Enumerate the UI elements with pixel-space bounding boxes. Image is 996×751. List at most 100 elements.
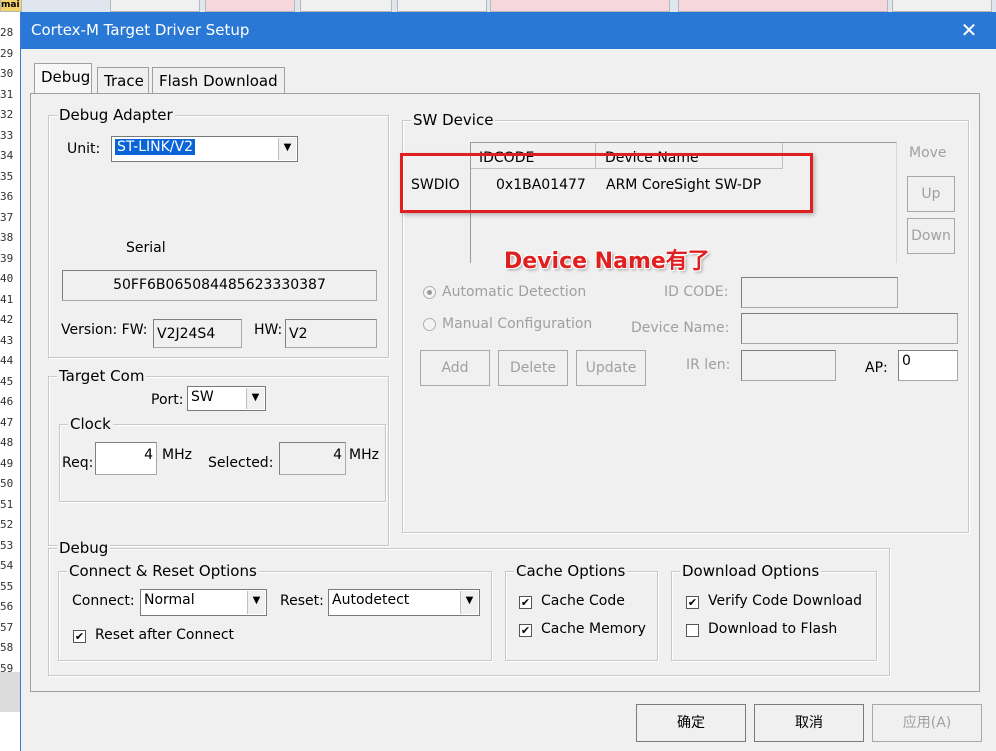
line-number: 43 — [0, 333, 14, 347]
group-title: Connect & Reset Options — [67, 562, 259, 580]
cache-memory-checkbox[interactable]: ✔ — [519, 624, 532, 637]
cancel-button[interactable]: 取消 — [754, 704, 864, 742]
close-icon[interactable]: ✕ — [956, 18, 982, 42]
connect-reset-group: Connect & Reset Options Connect: Normal … — [58, 562, 492, 661]
move-down-button[interactable]: Down — [907, 218, 955, 254]
line-number: 36 — [0, 190, 14, 203]
download-to-flash-checkbox[interactable] — [686, 624, 699, 637]
hw-label: HW: — [254, 322, 283, 338]
tab-label: Trace — [104, 72, 144, 90]
line-number: 32 — [0, 108, 14, 121]
port-select[interactable]: SW ▼ — [187, 386, 266, 411]
tab-trace[interactable]: Trace — [97, 67, 149, 93]
background-tab[interactable] — [678, 0, 888, 12]
connect-select[interactable]: Normal ▼ — [140, 589, 267, 616]
reset-value: Autodetect — [332, 592, 410, 608]
background-tab[interactable] — [490, 0, 670, 12]
download-options-group: Download Options ✔ Verify Code Download … — [671, 562, 877, 661]
background-tab[interactable] — [892, 0, 992, 12]
verify-code-download-checkbox[interactable]: ✔ — [686, 596, 699, 609]
port-label: Port: — [151, 392, 184, 408]
tab-debug[interactable]: Debug — [34, 63, 92, 93]
line-number: 56 — [0, 600, 14, 613]
background-tab-strip: mai — [0, 0, 996, 12]
line-number: 54 — [0, 559, 14, 572]
tab-flash-download[interactable]: Flash Download — [152, 67, 285, 93]
ap-label: AP: — [865, 360, 888, 376]
line-number: 55 — [0, 579, 14, 593]
serial-field: 50FF6B065084485623330387 — [62, 270, 377, 301]
req-label: Req: — [62, 455, 94, 471]
line-number: 51 — [0, 497, 14, 511]
hardware-version-field: V2 — [285, 319, 377, 348]
clock-selected-field: 4 — [279, 442, 346, 475]
debug-options-group: Debug Connect & Reset Options Connect: N… — [48, 539, 890, 676]
tab-label: Flash Download — [159, 72, 278, 90]
reset-after-connect-checkbox[interactable]: ✔ — [73, 630, 86, 643]
ir-len-label: IR len: — [686, 357, 731, 373]
annotation-text: Device Name有了 — [504, 249, 710, 274]
background-tab[interactable] — [300, 0, 392, 12]
line-number: 30 — [0, 67, 14, 80]
target-driver-setup-dialog: Cortex-M Target Driver Setup ✕ Debug Tra… — [20, 12, 996, 751]
line-number: 34 — [0, 149, 14, 162]
apply-button[interactable]: 应用(A) — [872, 704, 982, 742]
move-label: Move — [909, 145, 947, 161]
download-to-flash-label: Download to Flash — [708, 621, 838, 637]
chevron-down-icon: ▼ — [460, 591, 478, 614]
group-title: SW Device — [411, 111, 496, 129]
line-number: 48 — [0, 436, 14, 449]
line-number: 28 — [0, 26, 14, 39]
unit-select[interactable]: ST-LINK/V2 ▼ — [111, 136, 298, 162]
line-number: 31 — [0, 87, 14, 101]
title-bar: Cortex-M Target Driver Setup ✕ — [21, 12, 996, 49]
add-button[interactable]: Add — [420, 350, 490, 386]
background-tab[interactable] — [397, 0, 487, 12]
cache-options-group: Cache Options ✔ Cache Code ✔ Cache Memor… — [505, 562, 658, 661]
cache-code-label: Cache Code — [541, 593, 625, 609]
background-tab[interactable] — [205, 0, 295, 12]
line-number: 47 — [0, 415, 14, 429]
delete-button[interactable]: Delete — [498, 350, 568, 386]
chevron-down-icon: ▼ — [246, 388, 264, 409]
ap-input[interactable]: 0 — [898, 350, 958, 381]
connect-label: Connect: — [72, 593, 135, 609]
line-number: 37 — [0, 210, 14, 224]
id-code-field — [741, 277, 898, 308]
automatic-detection-radio[interactable] — [423, 286, 436, 299]
firmware-version-field: V2J24S4 — [153, 319, 242, 348]
connect-value: Normal — [144, 592, 195, 608]
manual-configuration-radio[interactable] — [423, 318, 436, 331]
cache-code-checkbox[interactable]: ✔ — [519, 596, 532, 609]
background-tab[interactable] — [110, 0, 200, 12]
cache-memory-label: Cache Memory — [541, 621, 646, 637]
update-button[interactable]: Update — [576, 350, 646, 386]
line-number: 33 — [0, 128, 14, 142]
reset-select[interactable]: Autodetect ▼ — [328, 589, 480, 616]
selected-unit-label: MHz — [349, 447, 379, 463]
ok-button[interactable]: 确定 — [636, 704, 746, 742]
background-tab-main[interactable]: mai — [0, 0, 22, 12]
serial-label: Serial — [126, 240, 166, 256]
background-line-numbers: 28 29 30 31 32 33 34 35 36 37 38 39 40 41 42 43 44 45 46 47… — [0, 12, 22, 675]
chevron-down-icon: ▼ — [278, 138, 296, 160]
annotation-highlight-box — [400, 153, 813, 213]
device-name-label: Device Name: — [631, 320, 730, 336]
line-number: 35 — [0, 169, 14, 183]
line-number: 58 — [0, 641, 14, 654]
line-number: 57 — [0, 620, 14, 634]
selected-label: Selected: — [208, 455, 274, 471]
line-number: 52 — [0, 518, 14, 531]
line-number: 45 — [0, 374, 14, 388]
dialog-title: Cortex-M Target Driver Setup — [31, 21, 250, 39]
move-up-button[interactable]: Up — [907, 176, 955, 212]
clock-group: Clock Req: 4 MHz Selected: 4 MHz — [59, 415, 386, 502]
version-label: Version: FW: — [61, 322, 148, 338]
line-number: 42 — [0, 313, 14, 326]
clock-req-input[interactable]: 4 — [95, 442, 157, 475]
port-value: SW — [191, 389, 214, 405]
reset-after-connect-label: Reset after Connect — [95, 627, 235, 643]
device-name-field — [741, 313, 958, 344]
verify-code-download-label: Verify Code Download — [708, 593, 863, 609]
debug-adapter-group: Debug Adapter Unit: ST-LINK/V2 ▼ Serial … — [48, 106, 389, 358]
